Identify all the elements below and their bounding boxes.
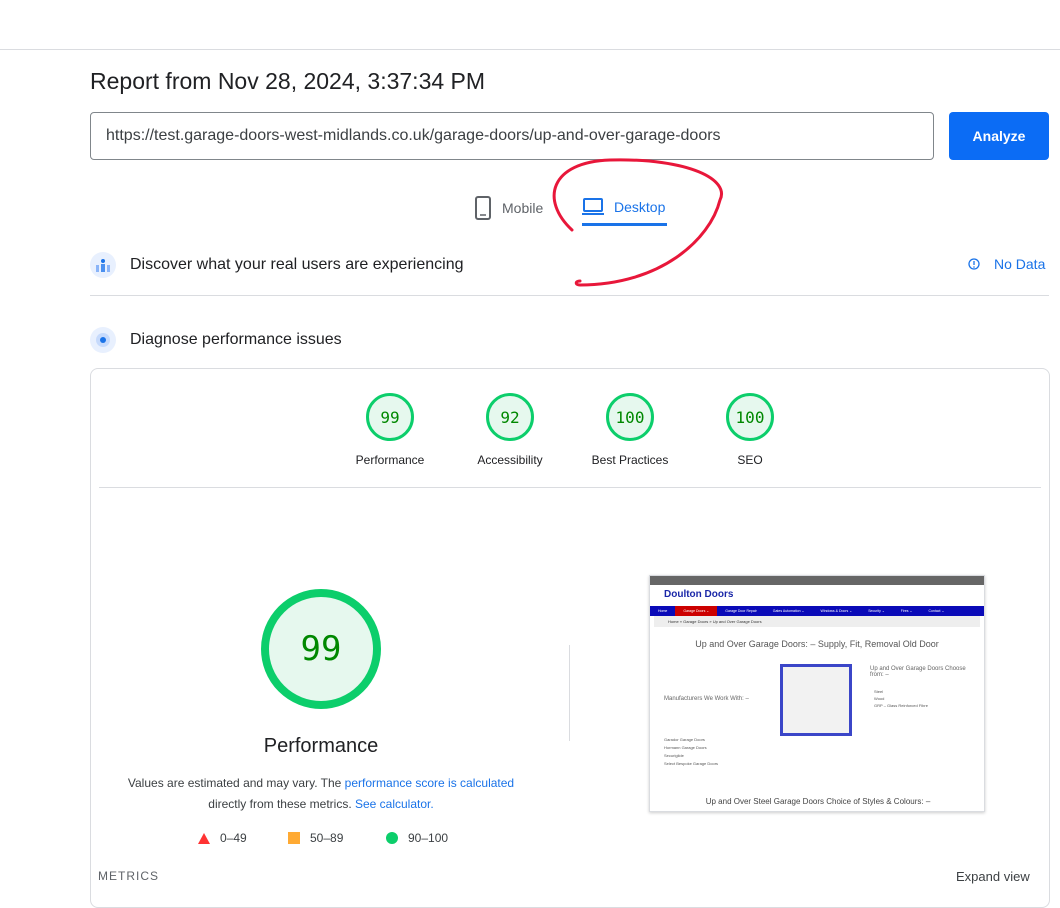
lab-data-header: Diagnose performance issues <box>90 327 342 353</box>
thumb-side-heading: Up and Over Garage Doors Choose from: – <box>870 666 966 678</box>
analyze-button[interactable]: Analyze <box>949 112 1049 160</box>
thumb-manufacturers: Garador Garage Doors Hormann Garage Doors… <box>664 737 719 766</box>
top-divider <box>0 49 1060 50</box>
score-label: Accessibility <box>477 453 543 467</box>
phone-icon <box>475 196 491 220</box>
section-title: Diagnose performance issues <box>130 331 342 348</box>
score-note: Values are estimated and may vary. The p… <box>110 773 532 815</box>
thumb-nav-item: Fires ⌄ <box>900 609 913 613</box>
tab-label: Mobile <box>502 200 544 216</box>
legend-label: 50–89 <box>310 831 344 845</box>
score-label: Performance <box>355 453 425 467</box>
thumb-topbar <box>650 576 984 585</box>
thumb-footer-heading: Up and Over Steel Garage Doors Choice of… <box>705 797 931 806</box>
field-data-header: Discover what your real users are experi… <box>90 252 463 278</box>
thumb-nav-item: Windows & Doors ⌄ <box>820 609 853 613</box>
thumb-breadcrumb: Home » Garage Doors » Up and Over Garage… <box>654 616 980 627</box>
expand-view-button[interactable]: Expand view <box>956 869 1030 884</box>
square-icon <box>288 832 300 844</box>
thumb-garage-door-image <box>780 664 852 736</box>
info-icon <box>968 258 980 270</box>
vertical-divider <box>569 645 570 741</box>
thumb-nav-item: Garage Door Repair <box>725 609 757 613</box>
gauge-accessibility[interactable]: 92 Accessibility <box>450 393 570 467</box>
page-title: Report from Nov 28, 2024, 3:37:34 PM <box>90 68 486 94</box>
score-label: SEO <box>737 453 763 467</box>
legend-pass: 90–100 <box>386 831 448 845</box>
triangle-icon <box>198 833 210 844</box>
gauge-performance[interactable]: 99 Performance <box>330 393 450 467</box>
users-icon <box>90 252 116 278</box>
score-value: 92 <box>486 393 534 441</box>
no-data-label: No Data <box>994 256 1046 272</box>
annotation-circle <box>552 158 723 287</box>
note-text: Values are estimated and may vary. The <box>127 776 345 790</box>
page-screenshot: Doulton Doors Home Garage Doors ⌄ Garage… <box>649 575 985 812</box>
thumb-nav-item: Garage Doors ⌄ <box>675 606 718 616</box>
gauge-divider <box>99 487 1041 488</box>
see-calculator-link[interactable]: See calculator. <box>355 797 434 811</box>
score-value: 100 <box>726 393 774 441</box>
score-value: 100 <box>606 393 654 441</box>
tab-mobile[interactable]: Mobile <box>474 190 543 226</box>
gauge-best-practices[interactable]: 100 Best Practices <box>570 393 690 467</box>
section-divider <box>90 295 1049 296</box>
thumb-logo: Doulton Doors <box>664 589 734 600</box>
legend-label: 0–49 <box>220 831 247 845</box>
circle-icon <box>386 832 398 844</box>
no-data-link[interactable]: No Data <box>968 256 1045 272</box>
thumb-nav: Home Garage Doors ⌄ Garage Door Repair G… <box>650 606 984 616</box>
legend-label: 90–100 <box>408 831 449 845</box>
thumb-heading: Up and Over Garage Doors: – Supply, Fit,… <box>695 639 939 649</box>
thumb-nav-item: Contact ⌄ <box>928 609 945 613</box>
radar-icon <box>90 327 116 353</box>
thumb-manufacturers-heading: Manufacturers We Work With: – <box>664 696 749 702</box>
score-label: Best Practices <box>591 453 669 467</box>
thumb-nav-item: Security ⌄ <box>868 609 885 613</box>
main-score-label: Performance <box>263 735 379 757</box>
url-input[interactable] <box>90 112 934 160</box>
score-calculated-link[interactable]: performance score is calculated <box>345 776 514 790</box>
metrics-label: METRICS <box>98 869 159 883</box>
score-gauges: 99 Performance 92 Accessibility 100 Best Pr… <box>330 393 810 467</box>
thumb-nav-item: Gates Automation ⌄ <box>772 609 805 613</box>
score-value: 99 <box>366 393 414 441</box>
main-score-gauge: 99 <box>261 589 381 709</box>
legend-fail: 0–49 <box>198 831 247 845</box>
thumb-nav-item: Home <box>658 609 668 613</box>
thumb-materials: Steel Wood GRP – Glass Reinforced Fibre <box>874 689 928 708</box>
section-title: Discover what your real users are experi… <box>130 256 464 273</box>
note-text: directly from these metrics. <box>208 797 355 811</box>
gauge-seo[interactable]: 100 SEO <box>690 393 810 467</box>
legend-average: 50–89 <box>288 831 343 845</box>
